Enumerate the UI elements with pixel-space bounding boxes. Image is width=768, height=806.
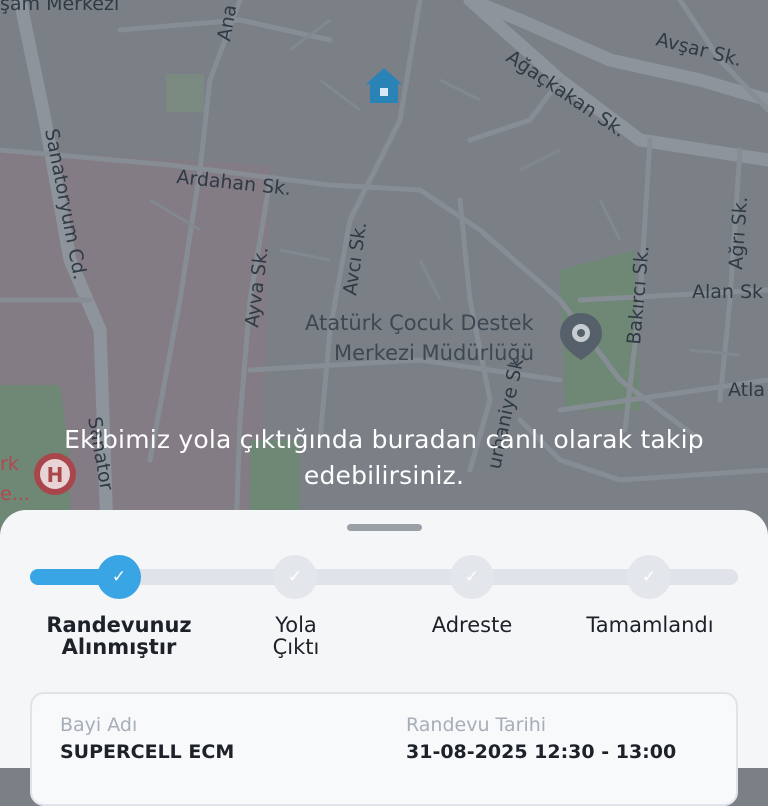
tracking-hint-line2: edebilirsiniz. — [303, 461, 465, 490]
map-label-rk: rk — [0, 453, 19, 475]
step-4-label-line1: Tamamlandı — [586, 613, 714, 637]
step-2-label: Yola Çıktı — [226, 614, 366, 658]
dealer-name-label: Bayi Adı — [60, 714, 138, 736]
step-3-label-line1: Adreste — [431, 613, 513, 637]
appointment-info-card: Bayi Adı SUPERCELL ECM Randevu Tarihi 31… — [30, 692, 738, 806]
poi-label-line2: Merkezi Müdürlüğü — [334, 341, 534, 365]
step-2-label-line1: Yola — [275, 613, 317, 637]
step-4-check-icon: ✓ — [627, 555, 671, 599]
appointment-date-label: Randevu Tarihi — [406, 714, 547, 736]
tracking-hint: Ekibimiz yola çıktığında buradan canlı o… — [20, 422, 748, 494]
map-label-alan: Alan Sk — [692, 281, 763, 303]
dealer-name-value: SUPERCELL ECM — [60, 741, 235, 763]
step-4-label: Tamamlandı — [570, 614, 730, 636]
poi-label-line1: Atatürk Çocuk Destek — [305, 311, 535, 335]
step-1-label-line1: Randevunuz — [46, 613, 192, 637]
step-2-label-line2: Çıktı — [272, 635, 320, 659]
step-3-check-icon: ✓ — [450, 555, 494, 599]
map-label-merkezi: şam Merkezi — [0, 0, 119, 15]
step-1-check-icon: ✓ — [97, 555, 141, 599]
appointment-date-value: 31-08-2025 12:30 - 13:00 — [406, 741, 677, 763]
step-1-label: Randevunuz Alınmıştır — [29, 614, 209, 658]
step-2-check-icon: ✓ — [273, 555, 317, 599]
tracking-hint-line1: Ekibimiz yola çıktığında buradan canlı o… — [64, 425, 704, 454]
step-1-label-line2: Alınmıştır — [61, 635, 177, 659]
bottom-sheet: ✓ ✓ ✓ ✓ Randevunuz Alınmıştır Yola Çıktı… — [0, 510, 768, 806]
map-label-atla: Atla — [728, 379, 765, 401]
sheet-drag-handle[interactable] — [347, 524, 422, 531]
step-3-label: Adreste — [402, 614, 542, 636]
